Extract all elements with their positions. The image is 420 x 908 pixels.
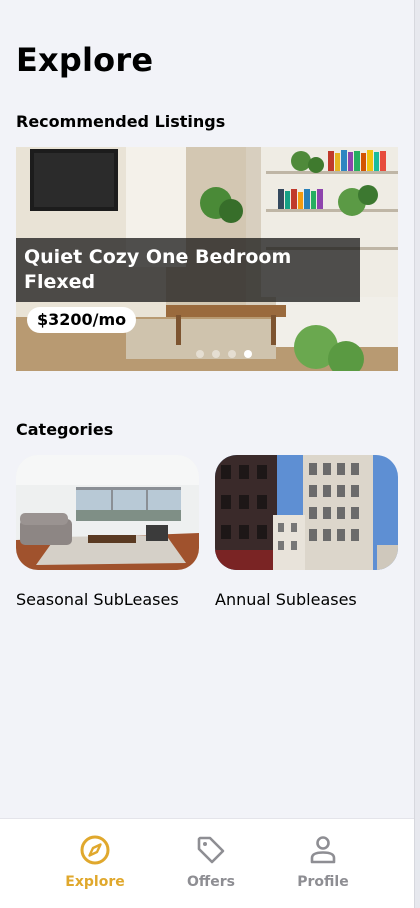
living-room-photo	[16, 455, 199, 570]
listing-caption-overlay: Quiet Cozy One Bedroom Flexed	[16, 238, 360, 302]
listing-price-badge: $3200/mo	[27, 307, 137, 333]
tab-offers[interactable]: Offers	[161, 819, 261, 907]
tab-label: Offers	[187, 874, 235, 890]
tab-label: Profile	[297, 874, 349, 890]
category-label[interactable]: Annual Subleases	[215, 590, 357, 610]
category-label[interactable]: Seasonal SubLeases	[16, 590, 179, 610]
bottom-tab-bar: Explore Offers Profile	[0, 818, 414, 908]
carousel-page-indicator[interactable]	[196, 350, 252, 358]
page-title: Explore	[16, 41, 154, 79]
carousel-dot[interactable]	[196, 350, 204, 358]
carousel-dot[interactable]	[212, 350, 220, 358]
scroll-edge	[414, 0, 420, 908]
tab-explore[interactable]: Explore	[45, 819, 145, 907]
tab-profile[interactable]: Profile	[273, 819, 373, 907]
category-card-seasonal[interactable]	[16, 455, 199, 570]
person-icon	[310, 836, 336, 864]
tag-icon	[197, 836, 225, 864]
tab-label: Explore	[65, 874, 125, 890]
carousel-dot-active[interactable]	[244, 350, 252, 358]
carousel-dot[interactable]	[228, 350, 236, 358]
recommended-listings-heading: Recommended Listings	[16, 112, 226, 131]
categories-heading: Categories	[16, 420, 114, 439]
city-buildings-photo	[215, 455, 398, 570]
compass-icon	[80, 835, 110, 865]
listing-title: Quiet Cozy One Bedroom Flexed	[24, 246, 292, 293]
category-card-annual[interactable]	[215, 455, 398, 570]
listing-carousel[interactable]: Quiet Cozy One Bedroom Flexed $3200/mo	[16, 147, 398, 371]
